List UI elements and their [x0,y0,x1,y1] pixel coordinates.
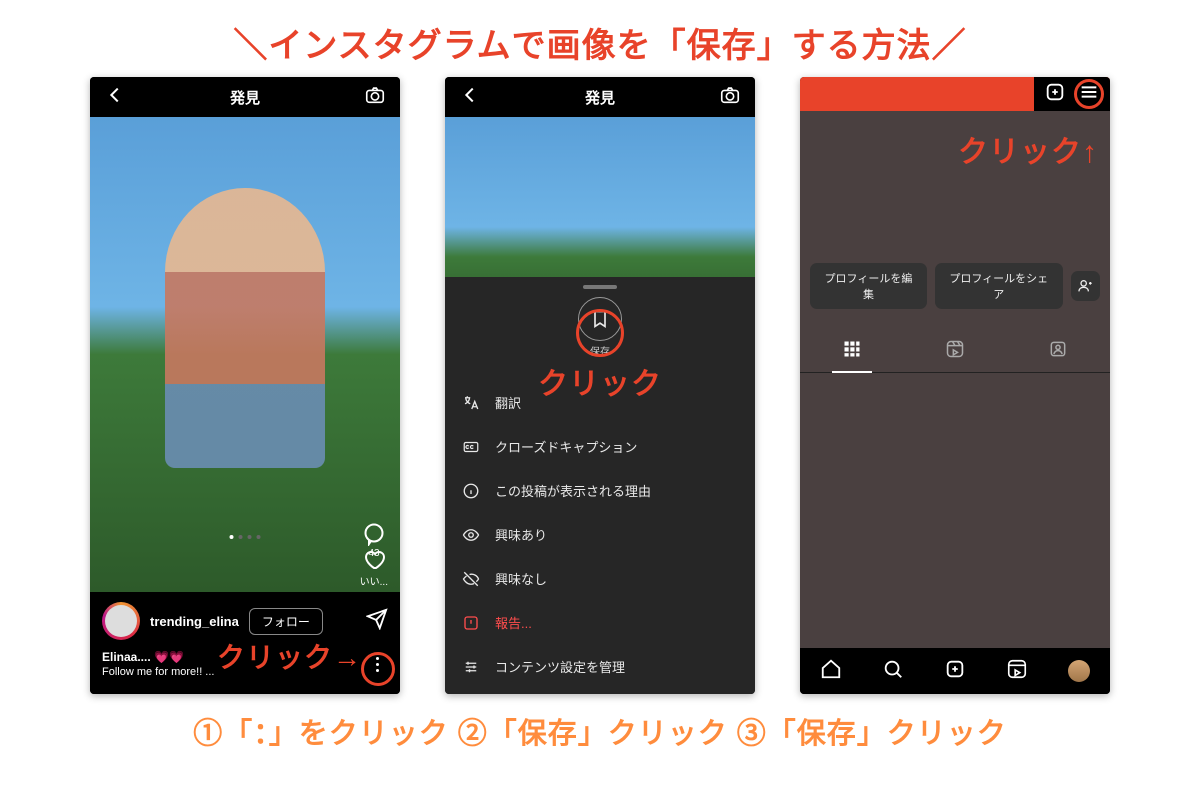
header-title: 発見 [585,87,615,108]
sheet-item-manage-content[interactable]: コンテンツ設定を管理 [445,644,755,688]
annotation-click: クリック [538,359,662,403]
nav-search-icon[interactable] [882,658,904,685]
back-icon[interactable] [459,84,481,111]
page-title: ＼インスタグラムで画像を「保存」する方法／ [0,0,1200,77]
follow-button[interactable]: フォロー [249,608,323,635]
sheet-item-why[interactable]: この投稿が表示される理由 [445,468,755,512]
avatar[interactable] [102,602,140,640]
sheet-item-label: コンテンツ設定を管理 [495,657,625,676]
profile-grid-empty [800,373,1110,693]
sheet-item-cc[interactable]: クローズドキャプション [445,424,755,468]
phone-2-action-sheet: 発見 保存 翻訳 クローズドキャプション この投稿が表示される理由 [445,77,755,694]
photo-subject [165,188,325,468]
eye-off-icon [461,570,481,588]
highlight-circle-menu [1074,79,1104,109]
profile-tabs [800,321,1110,373]
settings-icon [461,658,481,676]
phone-3-profile: プロフィールを編集 プロフィールをシェア クリック↑ [800,77,1110,694]
share-button[interactable] [366,608,388,635]
phone-screenshots-row: 発見 いい... 43 [0,77,1200,694]
sheet-handle[interactable] [583,285,617,289]
cc-icon [461,438,481,456]
like-label: いい... [360,573,388,588]
annotation-click-up: クリック↑ [958,127,1098,171]
new-post-icon[interactable] [1044,81,1066,108]
highlight-circle-more [361,652,395,686]
tab-grid[interactable] [842,331,862,372]
highlight-circle-save [576,309,624,357]
comment-count: 43 [368,548,379,559]
comment-button[interactable]: 43 [362,522,386,559]
sheet-item-label: 興味あり [495,525,547,544]
sheet-item-report[interactable]: 報告... [445,600,755,644]
tab-reels[interactable] [945,331,965,372]
camera-icon[interactable] [719,84,741,111]
sheet-item-label: クローズドキャプション [495,437,637,456]
edit-profile-button[interactable]: プロフィールを編集 [810,263,927,309]
header-title: 発見 [230,87,260,108]
camera-icon[interactable] [364,84,386,111]
discover-people-button[interactable] [1071,271,1100,301]
sheet-item-label: 翻訳 [495,393,521,412]
explore-header: 発見 [445,77,755,117]
sheet-item-label: 興味なし [495,569,547,588]
nav-reels-icon[interactable] [1006,658,1028,685]
username[interactable]: trending_elina [150,614,239,629]
profile-action-row: プロフィールを編集 プロフィールをシェア [800,251,1110,321]
explore-header: 発見 [90,77,400,117]
bottom-instruction-caption: ①「：」をクリック ②「保存」クリック ③「保存」クリック [0,694,1200,752]
share-profile-button[interactable]: プロフィールをシェア [935,263,1063,309]
phone-1-explore-post: 発見 いい... 43 [90,77,400,694]
tab-tagged[interactable] [1048,331,1068,372]
nav-new-post-icon[interactable] [944,658,966,685]
post-photo[interactable]: いい... [90,117,400,592]
back-icon[interactable] [104,84,126,111]
nav-profile-avatar[interactable] [1068,660,1090,682]
eye-icon [461,526,481,544]
sheet-item-label: この投稿が表示される理由 [495,481,651,500]
annotation-click-right: クリック→ [217,636,362,676]
bottom-nav [800,648,1110,694]
sheet-item-label: 報告... [495,613,532,632]
info-icon [461,482,481,500]
report-icon [461,614,481,632]
redacted-header-band [800,77,1110,111]
nav-home-icon[interactable] [820,658,842,685]
sheet-item-not-interested[interactable]: 興味なし [445,556,755,600]
sheet-item-interested[interactable]: 興味あり [445,512,755,556]
translate-icon [461,394,481,412]
carousel-dots [230,535,261,539]
